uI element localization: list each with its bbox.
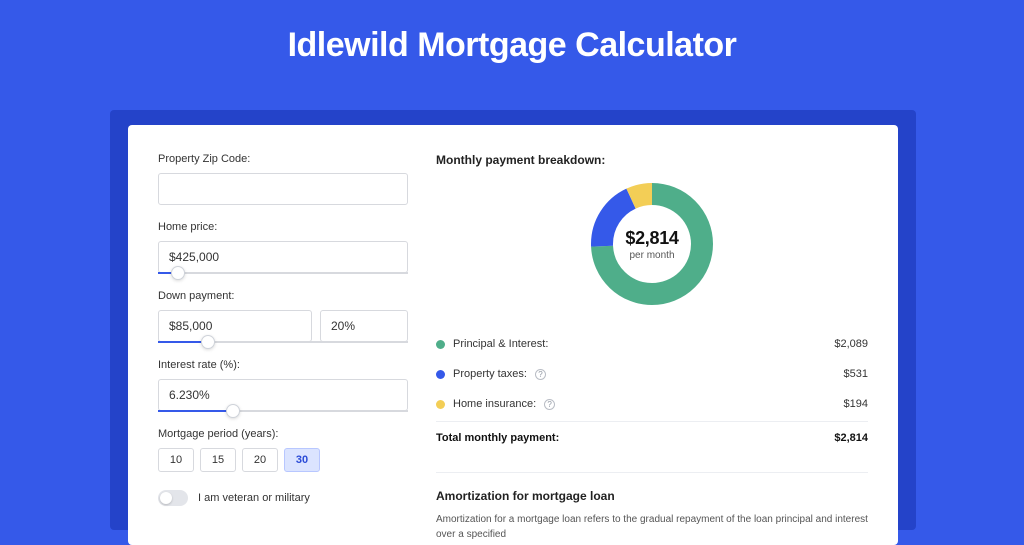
down-payment-field-group: Down payment: bbox=[158, 290, 408, 343]
legend-insurance: Home insurance: ? $194 bbox=[436, 389, 868, 419]
interest-label: Interest rate (%): bbox=[158, 359, 408, 371]
period-field-group: Mortgage period (years): 10 15 20 30 bbox=[158, 428, 408, 472]
dot-icon bbox=[436, 400, 445, 409]
breakdown-panel: Monthly payment breakdown: $2,814 per mo… bbox=[436, 153, 868, 517]
interest-input[interactable] bbox=[158, 379, 408, 411]
period-option-30[interactable]: 30 bbox=[284, 448, 320, 472]
zip-field-group: Property Zip Code: bbox=[158, 153, 408, 205]
donut-chart-wrap: $2,814 per month bbox=[436, 181, 868, 307]
total-value: $2,814 bbox=[834, 432, 868, 444]
total-label: Total monthly payment: bbox=[436, 432, 559, 444]
slider-thumb[interactable] bbox=[201, 335, 215, 349]
down-payment-input[interactable] bbox=[158, 310, 312, 342]
legend-value: $2,089 bbox=[834, 338, 868, 350]
home-price-label: Home price: bbox=[158, 221, 408, 233]
home-price-field-group: Home price: bbox=[158, 221, 408, 274]
info-icon[interactable]: ? bbox=[535, 369, 546, 380]
legend-value: $531 bbox=[844, 368, 868, 380]
home-price-input[interactable] bbox=[158, 241, 408, 273]
info-icon[interactable]: ? bbox=[544, 399, 555, 410]
veteran-toggle[interactable] bbox=[158, 490, 188, 506]
period-option-10[interactable]: 10 bbox=[158, 448, 194, 472]
amortization-title: Amortization for mortgage loan bbox=[436, 489, 868, 503]
legend-taxes: Property taxes: ? $531 bbox=[436, 359, 868, 389]
zip-label: Property Zip Code: bbox=[158, 153, 408, 165]
legend-label: Property taxes: bbox=[453, 368, 527, 380]
legend-principal: Principal & Interest: $2,089 bbox=[436, 329, 868, 359]
interest-slider[interactable] bbox=[158, 410, 408, 412]
form-panel: Property Zip Code: Home price: Down paym… bbox=[158, 153, 408, 517]
home-price-slider[interactable] bbox=[158, 272, 408, 274]
down-payment-slider[interactable] bbox=[158, 341, 408, 343]
veteran-label: I am veteran or military bbox=[198, 492, 310, 504]
amortization-text: Amortization for a mortgage loan refers … bbox=[436, 513, 868, 542]
total-row: Total monthly payment: $2,814 bbox=[436, 421, 868, 454]
donut-sub: per month bbox=[629, 250, 674, 261]
calculator-card: Property Zip Code: Home price: Down paym… bbox=[128, 125, 898, 545]
interest-field-group: Interest rate (%): bbox=[158, 359, 408, 412]
donut-amount: $2,814 bbox=[625, 228, 678, 249]
donut-chart: $2,814 per month bbox=[589, 181, 715, 307]
page-title: Idlewild Mortgage Calculator bbox=[0, 0, 1024, 83]
breakdown-title: Monthly payment breakdown: bbox=[436, 153, 868, 167]
period-option-20[interactable]: 20 bbox=[242, 448, 278, 472]
legend-label: Home insurance: bbox=[453, 398, 536, 410]
dot-icon bbox=[436, 340, 445, 349]
period-label: Mortgage period (years): bbox=[158, 428, 408, 440]
toggle-knob bbox=[160, 492, 172, 504]
zip-input[interactable] bbox=[158, 173, 408, 205]
slider-thumb[interactable] bbox=[171, 266, 185, 280]
veteran-toggle-row: I am veteran or military bbox=[158, 490, 408, 506]
down-payment-label: Down payment: bbox=[158, 290, 408, 302]
period-option-15[interactable]: 15 bbox=[200, 448, 236, 472]
legend-value: $194 bbox=[844, 398, 868, 410]
legend-label: Principal & Interest: bbox=[453, 338, 548, 350]
slider-thumb[interactable] bbox=[226, 404, 240, 418]
dot-icon bbox=[436, 370, 445, 379]
amortization-block: Amortization for mortgage loan Amortizat… bbox=[436, 472, 868, 542]
down-payment-pct-input[interactable] bbox=[320, 310, 408, 342]
